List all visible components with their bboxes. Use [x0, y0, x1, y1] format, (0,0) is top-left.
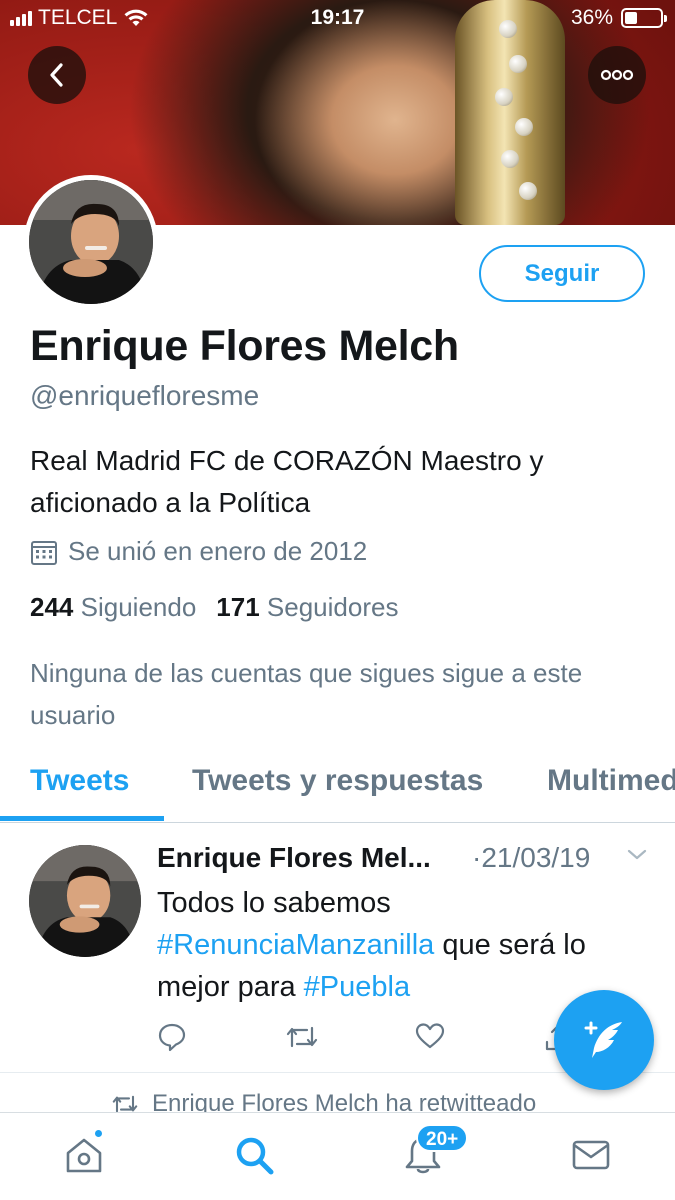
tab-media[interactable]: Multimedia	[547, 764, 675, 798]
followers-link[interactable]: 171 Seguidores	[216, 592, 398, 622]
mutual-followers-note: Ninguna de las cuentas que sigues sigue …	[30, 658, 583, 730]
tweet-menu-button[interactable]	[626, 848, 648, 867]
tab-tweets[interactable]: Tweets	[30, 764, 129, 798]
more-dots-icon	[600, 69, 634, 81]
active-tab-indicator	[0, 816, 164, 821]
profile-tabs: Tweets Tweets y respuestas Multimedia	[0, 760, 675, 823]
profile-handle: @enriquefloresme	[30, 380, 260, 411]
battery-percent: 36%	[570, 6, 613, 29]
compose-tweet-button[interactable]	[554, 990, 654, 1090]
reply-button[interactable]	[157, 1022, 187, 1057]
chevron-left-icon	[50, 63, 63, 87]
joined-date: Se unió en enero de 2012	[30, 536, 367, 567]
calendar-icon	[31, 540, 57, 565]
like-button[interactable]	[415, 1022, 445, 1055]
profile-name: Enrique Flores Melch	[30, 322, 459, 370]
more-options-button[interactable]	[588, 46, 646, 104]
search-icon	[236, 1137, 274, 1175]
avatar-photo	[29, 180, 153, 304]
home-unread-dot	[93, 1128, 104, 1139]
following-count: 244	[30, 592, 74, 622]
following-label: Siguiendo	[80, 592, 197, 622]
profile-avatar[interactable]	[24, 175, 158, 309]
heart-icon	[415, 1023, 445, 1049]
status-bar: TELCEL 19:17 36%	[0, 0, 675, 38]
battery-icon	[621, 8, 667, 28]
compose-feather-icon	[584, 1021, 622, 1058]
nav-search[interactable]	[234, 1135, 276, 1182]
follow-button[interactable]: Seguir	[479, 245, 645, 302]
chevron-down-icon	[627, 849, 647, 860]
tweet-date[interactable]: ·21/03/19	[472, 842, 590, 874]
followers-label: Seguidores	[266, 592, 399, 622]
follow-counts: 244 Siguiendo 171 Seguidores	[30, 592, 398, 623]
followers-count: 171	[216, 592, 260, 622]
mail-icon	[572, 1140, 610, 1170]
tab-tweets-replies[interactable]: Tweets y respuestas	[192, 764, 483, 798]
notifications-badge: 20+	[416, 1124, 469, 1152]
tweet-text-part: Todos lo sabemos	[157, 887, 391, 919]
back-button[interactable]	[28, 46, 86, 104]
tweet-author[interactable]: Enrique Flores Mel...	[157, 842, 431, 874]
joined-label: Se unió en enero de 2012	[68, 536, 368, 566]
retweet-icon	[286, 1026, 318, 1048]
hashtag-link[interactable]: #Puebla	[304, 971, 410, 1003]
tweet-actions	[157, 1022, 617, 1058]
tweet-avatar[interactable]	[29, 845, 141, 957]
profile-bio: Real Madrid FC de CORAZÓN Maestro y afic…	[30, 445, 544, 518]
reply-icon	[158, 1023, 186, 1052]
bottom-navigation	[0, 1112, 675, 1200]
nav-messages[interactable]	[571, 1135, 611, 1180]
nav-home[interactable]	[64, 1135, 104, 1180]
tweet-avatar-photo	[29, 845, 141, 957]
tweet-text: Todos lo sabemos #RenunciaManzanilla que …	[157, 882, 657, 1008]
home-icon	[66, 1138, 102, 1173]
following-link[interactable]: 244 Siguiendo	[30, 592, 196, 622]
retweet-button[interactable]	[285, 1022, 319, 1057]
hashtag-link[interactable]: #RenunciaManzanilla	[157, 929, 434, 961]
